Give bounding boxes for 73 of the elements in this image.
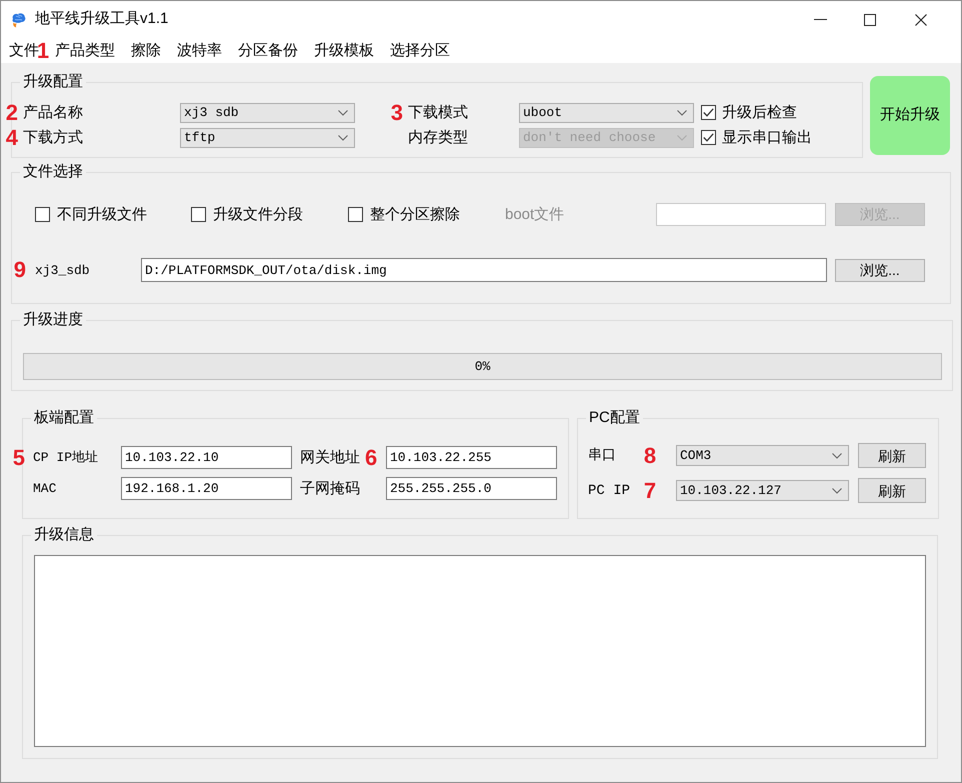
annotation-number: 8 [644, 444, 656, 466]
maximize-icon [864, 14, 876, 26]
window-title: 地平线升级工具v1.1 [35, 9, 168, 30]
field-label: CP IP地址 [33, 451, 98, 464]
dropdown[interactable]: tftp [180, 128, 355, 148]
menu-item[interactable]: 产品类型 [47, 38, 123, 63]
minimize-icon [814, 19, 826, 20]
text-field[interactable]: D:/PLATFORMSDK_OUT/ota/disk.img [141, 258, 827, 282]
button[interactable]: 浏览... [835, 258, 925, 282]
field-label: 内存类型 [408, 130, 468, 145]
checkbox[interactable] [701, 130, 716, 145]
chevron-down-icon [677, 110, 687, 116]
text-field[interactable]: 255.255.255.0 [386, 477, 557, 500]
field-label: 网关地址 [300, 450, 360, 465]
checkbox[interactable] [701, 105, 716, 120]
checkbox-label: 整个分区擦除 [370, 206, 460, 222]
progress-percent: 0% [474, 360, 490, 373]
group-title: 文件选择 [22, 163, 84, 181]
annotation-number: 1 [39, 40, 47, 62]
annotation-number: 4 [6, 126, 18, 148]
checkbox[interactable] [35, 206, 50, 222]
annotation-number: 9 [14, 259, 26, 281]
field-label: 下载模式 [408, 105, 468, 120]
checkbox[interactable] [348, 206, 363, 222]
text-field[interactable]: 10.103.22.10 [121, 446, 292, 469]
field-label: boot文件 [505, 206, 564, 222]
dropdown[interactable]: COM3 [676, 445, 849, 466]
checkmark-icon [703, 108, 714, 117]
chevron-down-icon [338, 110, 348, 116]
chevron-down-icon [832, 452, 842, 458]
group-title: 板端配置 [33, 409, 95, 427]
start-upgrade-button[interactable]: 开始升级 [870, 76, 950, 155]
annotation-number: 3 [390, 102, 403, 124]
dropdown[interactable]: 10.103.22.127 [676, 480, 849, 501]
checkbox[interactable] [191, 206, 206, 222]
text-field[interactable] [656, 202, 826, 226]
checkbox-label: 升级后检查 [722, 105, 797, 120]
checkbox-label: 显示串口输出 [722, 130, 812, 145]
chevron-down-icon [677, 134, 687, 140]
checkmark-icon [703, 133, 714, 142]
group-title: 升级配置 [22, 73, 84, 91]
field-label: 下载方式 [23, 130, 83, 145]
field-label: PC IP [588, 484, 630, 498]
close-icon [915, 14, 927, 26]
menu-item[interactable]: 选择分区 [382, 38, 458, 63]
annotation-number: 2 [6, 102, 18, 124]
group-title: 升级信息 [33, 526, 95, 544]
checkbox-label: 不同升级文件 [57, 206, 147, 222]
annotation-number: 5 [12, 446, 25, 468]
annotation-number: 7 [644, 480, 656, 502]
group-title: PC配置 [588, 409, 641, 427]
checkbox-label: 升级文件分段 [213, 206, 303, 222]
field-label: 产品名称 [23, 105, 83, 120]
button[interactable]: 刷新 [858, 478, 926, 503]
button[interactable]: 刷新 [858, 443, 926, 468]
menu-item[interactable]: 擦除 [123, 38, 169, 63]
text-field[interactable]: 10.103.22.255 [386, 446, 557, 469]
field-label: MAC [33, 482, 56, 495]
dropdown[interactable]: uboot [519, 102, 694, 122]
field-label: xj3_sdb [35, 264, 90, 276]
field-label: 子网掩码 [300, 481, 360, 496]
menu-item[interactable]: 升级模板 [306, 38, 382, 63]
group-title: 升级进度 [22, 311, 84, 329]
annotation-number: 6 [365, 446, 378, 468]
dropdown[interactable]: xj3 sdb [180, 102, 355, 122]
menu-item[interactable]: 文件 [1, 38, 39, 63]
menu-item[interactable]: 波特率 [169, 38, 230, 63]
menu-item[interactable]: 分区备份 [230, 38, 306, 63]
field-label: 串口 [588, 448, 616, 462]
brain-flame-icon [10, 12, 27, 28]
text-field[interactable]: 192.168.1.20 [121, 477, 292, 500]
chevron-down-icon [832, 488, 842, 494]
chevron-down-icon [338, 134, 348, 140]
